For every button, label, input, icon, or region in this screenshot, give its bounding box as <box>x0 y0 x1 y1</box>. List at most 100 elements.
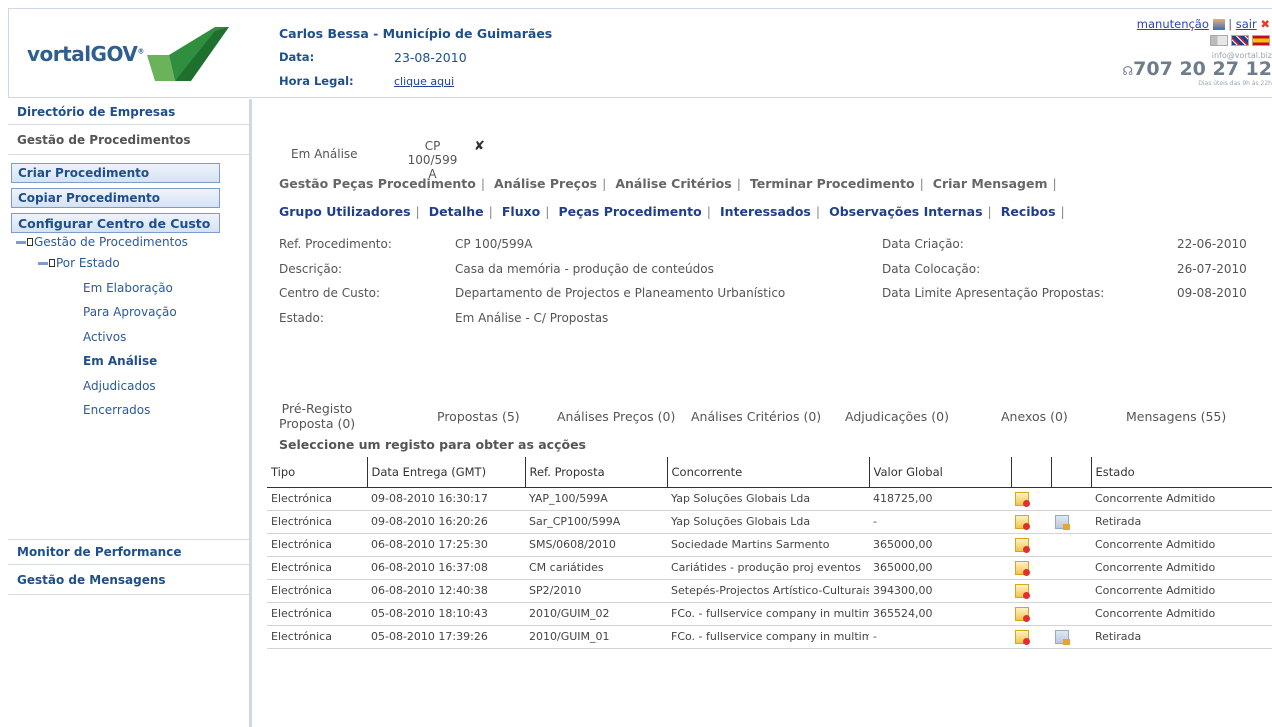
tree-leaf-encerrados[interactable]: Encerrados <box>8 398 249 423</box>
tree-leaf-em-analise[interactable]: Em Análise <box>8 349 249 374</box>
flag-uk-icon[interactable] <box>1231 35 1249 46</box>
sidebar-item-directory[interactable]: Directório de Empresas <box>8 99 249 125</box>
collapse-icon[interactable] <box>16 240 26 244</box>
session-info: Carlos Bessa - Município de Guimarães Da… <box>279 21 552 93</box>
vortalgov-logo[interactable]: vortalGOV® <box>23 25 235 83</box>
support-hours: Dias úteis das 9h às 22h <box>1198 80 1272 87</box>
cost-value: Departamento de Projectos e Planeamento … <box>455 286 786 300</box>
maintenance-link[interactable]: manutenção <box>1137 17 1209 31</box>
close-tab-icon[interactable]: ✘ <box>474 139 485 154</box>
certificate-icon[interactable] <box>1015 583 1030 599</box>
table-row[interactable]: Electrónica 09-08-2010 16:20:26 Sar_CP100/… <box>267 510 1272 534</box>
menu-terminar-procedimento[interactable]: Terminar Procedimento <box>750 176 915 191</box>
created-label: Data Criação: <box>882 237 964 251</box>
desc-value: Casa da memória - produção de conteúdos <box>455 261 714 276</box>
menu-gestao-pecas[interactable]: Gestão Peças Procedimento <box>279 176 476 191</box>
tab-mensagens[interactable]: Mensagens (55) <box>1126 409 1226 424</box>
certificate-icon[interactable] <box>1015 629 1030 645</box>
flag-es-icon[interactable] <box>1252 35 1270 46</box>
tab-analises-criterios[interactable]: Análises Critérios (0) <box>691 409 821 424</box>
configure-cost-center-button[interactable]: Configurar Centro de Custo <box>11 213 220 233</box>
close-icon[interactable]: ✖ <box>1260 17 1270 31</box>
user-icon[interactable] <box>1212 19 1225 30</box>
table-header-row: Tipo Data Entrega (GMT) Ref. Proposta Co… <box>267 457 1272 488</box>
tree-node-by-state[interactable]: Por Estado <box>8 251 249 276</box>
support-contact: info@vortal.biz ☊707 20 27 12 Dias úteis… <box>1123 51 1272 87</box>
selection-hint: Seleccione um registo para obter as acçõ… <box>279 437 586 452</box>
withdraw-document-icon[interactable] <box>1055 629 1070 645</box>
tree-leaf-em-elaboracao[interactable]: Em Elaboração <box>8 276 249 301</box>
table-row[interactable]: Electrónica 06-08-2010 12:40:38 SP2/2010 Se… <box>267 579 1272 603</box>
subtab-state[interactable]: Em Análise <box>291 147 358 161</box>
copy-procedure-button[interactable]: Copiar Procedimento <box>11 188 220 208</box>
header-right: manutenção | sair ✖ info@vortal.biz ☊707… <box>1072 15 1272 95</box>
procedures-tree: Gestão de Procedimentos Por Estado Em El… <box>8 233 249 423</box>
tree-node-procedures[interactable]: Gestão de Procedimentos <box>8 233 249 251</box>
menu-observacoes-internas[interactable]: Observações Internas <box>829 204 982 219</box>
table-row[interactable]: Electrónica 06-08-2010 17:25:30 SMS/0608/2… <box>267 533 1272 557</box>
col-valor-global[interactable]: Valor Global <box>868 457 1011 488</box>
sidebar-item-monitor[interactable]: Monitor de Performance <box>8 540 249 565</box>
tab-propostas[interactable]: Propostas (5) <box>437 409 520 424</box>
date-label: Data: <box>279 50 315 64</box>
tab-adjudicacoes[interactable]: Adjudicações (0) <box>845 409 949 424</box>
menu-recibos[interactable]: Recibos <box>1001 204 1056 219</box>
menu-analise-criterios[interactable]: Análise Critérios <box>615 176 731 191</box>
folder-icon <box>49 259 55 268</box>
col-action-2 <box>1050 457 1091 488</box>
certificate-icon[interactable] <box>1015 491 1030 507</box>
tree-leaf-activos[interactable]: Activos <box>8 325 249 350</box>
cost-label: Centro de Custo: <box>279 286 381 300</box>
create-procedure-button[interactable]: Criar Procedimento <box>11 163 220 183</box>
language-flags <box>1210 35 1270 46</box>
sidebar: Directório de Empresas Gestão de Procedi… <box>8 99 252 727</box>
col-estado[interactable]: Estado <box>1090 457 1272 488</box>
subtab-procedure-ref[interactable]: CP 100/599 A <box>405 139 460 181</box>
desc-label: Descrição: <box>279 261 343 276</box>
logout-link[interactable]: sair <box>1236 17 1257 31</box>
proposals-table: Tipo Data Entrega (GMT) Ref. Proposta Co… <box>267 457 1272 649</box>
menu-analise-precos[interactable]: Análise Preços <box>494 176 597 191</box>
table-row[interactable]: Electrónica 05-08-2010 18:10:43 2010/GUIM_… <box>267 602 1272 626</box>
table-row[interactable]: Electrónica 09-08-2010 16:30:17 YAP_100/59… <box>267 487 1272 511</box>
flag-pt-icon[interactable] <box>1210 35 1228 46</box>
tab-analises-precos[interactable]: Análises Preços (0) <box>557 409 675 424</box>
sidebar-item-messages[interactable]: Gestão de Mensagens <box>8 565 249 595</box>
time-label: Hora Legal: <box>279 74 354 88</box>
certificate-icon[interactable] <box>1015 560 1030 576</box>
deadline-value: 09-08-2010 <box>1177 286 1247 300</box>
ref-label: Ref. Procedimento: <box>279 237 392 251</box>
menu-grupo-utilizadores[interactable]: Grupo Utilizadores <box>279 204 411 219</box>
tab-anexos[interactable]: Anexos (0) <box>1001 409 1068 424</box>
col-ref-proposta[interactable]: Ref. Proposta <box>524 457 667 488</box>
certificate-icon[interactable] <box>1015 514 1030 530</box>
col-concorrente[interactable]: Concorrente <box>666 457 869 488</box>
menu-fluxo[interactable]: Fluxo <box>502 204 540 219</box>
menu-pecas-procedimento[interactable]: Peças Procedimento <box>558 204 701 219</box>
col-tipo[interactable]: Tipo <box>267 457 367 488</box>
headset-icon: ☊ <box>1122 64 1134 78</box>
procedure-details: Ref. Procedimento: CP 100/599A Data Cria… <box>279 237 1249 335</box>
folder-icon <box>27 238 33 246</box>
table-row[interactable]: Electrónica 06-08-2010 16:37:08 CM cariáti… <box>267 556 1272 580</box>
collapse-icon[interactable] <box>38 261 48 265</box>
menu-criar-mensagem[interactable]: Criar Mensagem <box>933 176 1048 191</box>
tree-leaf-para-aprovacao[interactable]: Para Aprovação <box>8 300 249 325</box>
withdraw-document-icon[interactable] <box>1055 514 1070 530</box>
tree-leaf-adjudicados[interactable]: Adjudicados <box>8 374 249 399</box>
certificate-icon[interactable] <box>1015 606 1030 622</box>
support-phone: ☊707 20 27 12 <box>1122 58 1272 80</box>
organization-name: Carlos Bessa - Município de Guimarães <box>279 25 553 41</box>
menu-interessados[interactable]: Interessados <box>720 204 811 219</box>
date-value: 23-08-2010 <box>394 49 467 65</box>
placed-label: Data Colocação: <box>882 261 981 276</box>
time-link[interactable]: clique aqui <box>394 75 454 88</box>
menu-detalhe[interactable]: Detalhe <box>429 204 484 219</box>
logo-text: vortalGOV® <box>27 42 144 66</box>
sidebar-item-procedures[interactable]: Gestão de Procedimentos <box>8 125 249 155</box>
col-data-entrega[interactable]: Data Entrega (GMT) <box>366 457 525 488</box>
certificate-icon[interactable] <box>1015 537 1030 553</box>
table-row[interactable]: Electrónica 05-08-2010 17:39:26 2010/GUIM_… <box>267 625 1272 649</box>
placed-value: 26-07-2010 <box>1177 261 1247 276</box>
tab-pre-registo[interactable]: Pré-Registo Proposta (0) <box>279 401 355 431</box>
